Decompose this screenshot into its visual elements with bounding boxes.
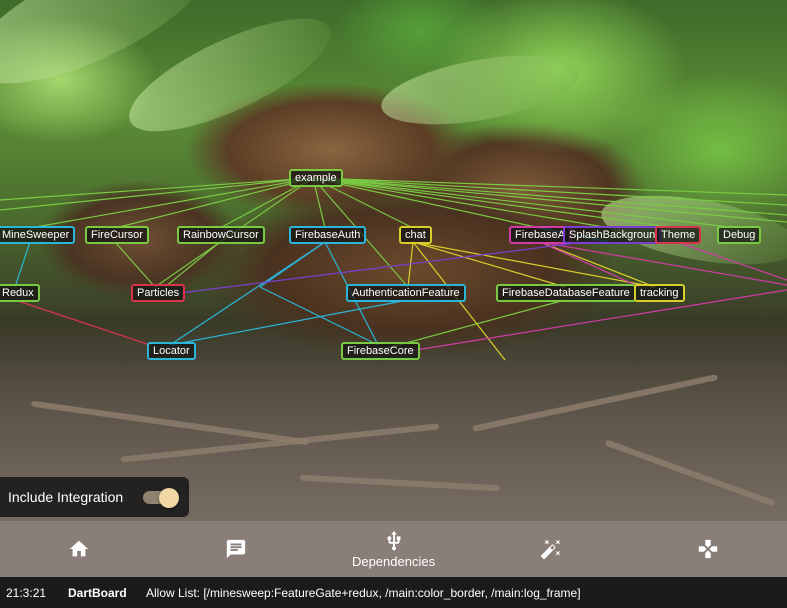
magic-wand-icon: [540, 539, 561, 560]
nav-item-game[interactable]: [630, 521, 787, 577]
graph-node-particles[interactable]: Particles: [131, 284, 186, 302]
graph-edges: [0, 177, 787, 361]
home-icon: [69, 540, 88, 557]
toggle-thumb[interactable]: [159, 488, 179, 508]
graph-node-firebasedatabasefeature[interactable]: FirebaseDatabaseFeature: [496, 284, 636, 302]
graph-node-rainbowcursor[interactable]: RainbowCursor: [177, 226, 265, 244]
status-message: Allow List: [/minesweep:FeatureGate+redu…: [146, 585, 581, 600]
graph-node-minesweeper[interactable]: MineSweeper: [0, 226, 76, 244]
graph-node-chat[interactable]: chat: [399, 226, 432, 244]
include-integration-panel: Include Integration: [0, 477, 189, 517]
usb-icon: [386, 530, 400, 550]
gamepad-icon: [699, 539, 718, 559]
include-integration-toggle[interactable]: [143, 488, 179, 508]
graph-node-splashbackground[interactable]: SplashBackgroun: [563, 226, 662, 244]
status-time: 21:3:21: [6, 585, 47, 600]
graph-node-tracking[interactable]: tracking: [634, 284, 685, 302]
nav-item-chat[interactable]: [157, 521, 314, 577]
nav-label-dependencies: Dependencies: [351, 553, 436, 569]
graph-node-firebaseauth[interactable]: FirebaseAuth: [289, 226, 367, 244]
graph-node-authenticationfeature[interactable]: AuthenticationFeature: [346, 284, 466, 302]
graph-node-example[interactable]: example: [289, 169, 343, 187]
graph-node-firebasecore[interactable]: FirebaseCore: [341, 342, 420, 360]
graph-node-locator[interactable]: Locator: [147, 342, 196, 360]
chat-icon: [226, 539, 246, 559]
bottom-navigation: Dependencies: [0, 521, 787, 577]
dependency-graph[interactable]: example MineSweeper FireCursor RainbowCu…: [0, 0, 787, 521]
graph-node-redux[interactable]: Redux: [0, 284, 40, 302]
graph-node-firecursor[interactable]: FireCursor: [85, 226, 149, 244]
graph-node-debug[interactable]: Debug: [717, 226, 762, 244]
include-integration-label: Include Integration: [8, 489, 124, 505]
nav-item-home[interactable]: [0, 521, 157, 577]
status-bar: 21:3:21 DartBoard Allow List: [/mineswee…: [0, 577, 787, 608]
nav-item-magic[interactable]: [472, 521, 629, 577]
status-app-name: DartBoard: [68, 585, 127, 600]
graph-node-firebasea[interactable]: FirebaseA: [509, 226, 572, 244]
nav-item-dependencies[interactable]: Dependencies: [315, 521, 472, 577]
graph-node-theme[interactable]: Theme: [655, 226, 702, 244]
